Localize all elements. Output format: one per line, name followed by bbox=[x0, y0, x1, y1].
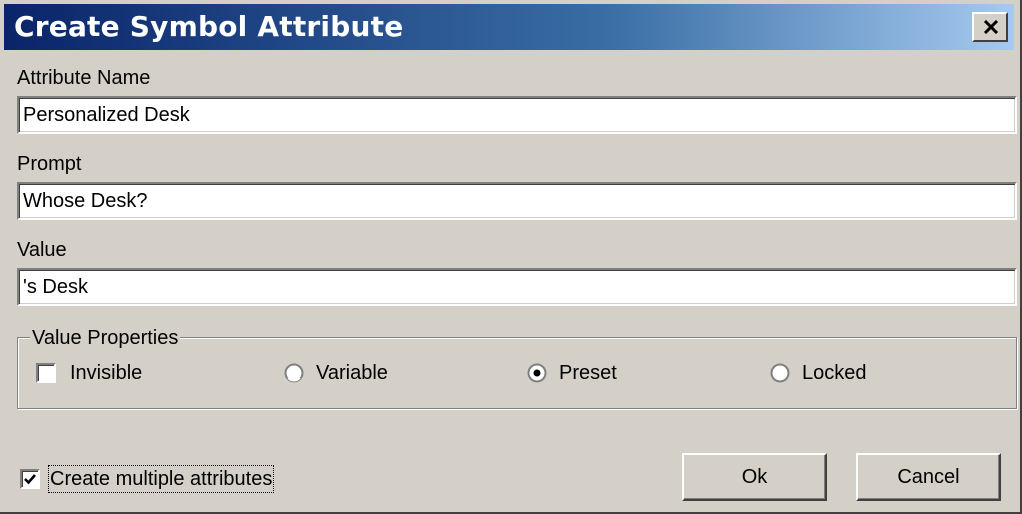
create-multiple-checkbox[interactable]: Create multiple attributes bbox=[20, 465, 275, 493]
invisible-checkbox[interactable]: Invisible bbox=[36, 360, 142, 386]
preset-label: Preset bbox=[559, 361, 617, 384]
create-multiple-checkbox-box[interactable] bbox=[20, 469, 40, 489]
invisible-label: Invisible bbox=[70, 361, 143, 384]
checkmark-icon bbox=[24, 474, 36, 485]
variable-radio[interactable]: Variable bbox=[284, 360, 388, 386]
radio-selected-icon[interactable] bbox=[527, 363, 547, 383]
cancel-button[interactable]: Cancel bbox=[856, 453, 1001, 501]
prompt-field[interactable] bbox=[19, 184, 1015, 218]
prompt-field-box[interactable] bbox=[17, 182, 1017, 220]
close-button[interactable] bbox=[972, 12, 1008, 42]
close-icon bbox=[983, 20, 999, 34]
window-title: Create Symbol Attribute bbox=[14, 10, 404, 43]
prompt-label: Prompt bbox=[17, 153, 82, 175]
invisible-checkbox-box[interactable] bbox=[36, 363, 56, 383]
attribute-name-field[interactable] bbox=[19, 98, 1015, 132]
locked-label: Locked bbox=[802, 361, 867, 384]
preset-radio[interactable]: Preset bbox=[527, 360, 617, 386]
variable-label: Variable bbox=[316, 361, 388, 384]
create-multiple-label: Create multiple attributes bbox=[48, 465, 275, 493]
ok-button[interactable]: Ok bbox=[682, 453, 827, 501]
value-field[interactable] bbox=[19, 270, 1015, 304]
value-properties-legend: Value Properties bbox=[30, 327, 181, 349]
attribute-name-label: Attribute Name bbox=[17, 67, 151, 89]
radio-unselected-icon[interactable] bbox=[770, 363, 790, 383]
attribute-name-field-box[interactable] bbox=[17, 96, 1017, 134]
value-label: Value bbox=[17, 239, 67, 261]
locked-radio[interactable]: Locked bbox=[770, 360, 867, 386]
value-field-box[interactable] bbox=[17, 268, 1017, 306]
create-symbol-attribute-dialog: Create Symbol Attribute Attribute Name P… bbox=[0, 0, 1022, 514]
title-bar[interactable]: Create Symbol Attribute bbox=[4, 4, 1014, 50]
radio-unselected-icon[interactable] bbox=[284, 363, 304, 383]
